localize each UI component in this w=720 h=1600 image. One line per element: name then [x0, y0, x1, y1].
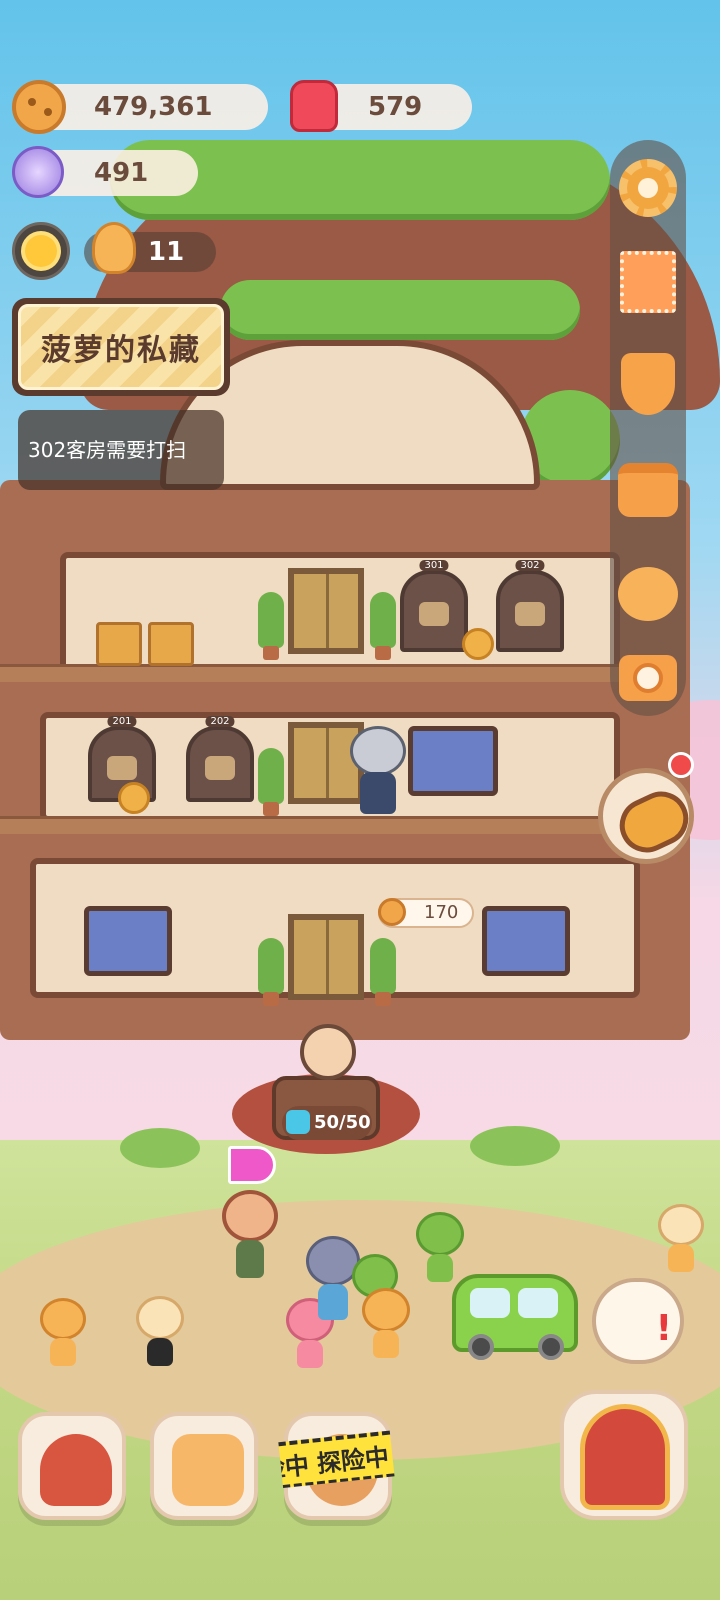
build-button[interactable]	[18, 1412, 126, 1520]
gear-icon	[619, 159, 677, 217]
price-value: 170	[424, 902, 459, 923]
shop-curtain[interactable]	[482, 906, 570, 976]
theater-button[interactable]	[560, 1390, 688, 1520]
energy-value: 50/50	[314, 1112, 371, 1133]
floor-2-balcony	[0, 816, 620, 834]
coin-pickup[interactable]	[118, 782, 150, 814]
room-number: 201	[107, 716, 137, 727]
room-302-door[interactable]: 302	[496, 560, 564, 652]
potted-plant	[258, 748, 284, 816]
cookie-staff-icon	[92, 222, 136, 274]
settings-button[interactable]	[616, 156, 680, 220]
heart-icon	[205, 755, 235, 780]
room-301-door[interactable]: 301	[400, 560, 468, 652]
coin-icon	[378, 898, 406, 926]
event-banner[interactable]: 菠萝的私藏	[12, 298, 230, 396]
side-menu	[610, 140, 686, 716]
potted-plant	[258, 938, 284, 1006]
event-banner-title: 菠萝的私藏	[18, 304, 224, 390]
task-notice[interactable]: 302客房需要打扫	[18, 410, 224, 490]
stamp-button[interactable]	[616, 250, 680, 314]
task-text: 302客房需要打扫	[28, 438, 187, 462]
coin-pickup[interactable]	[462, 628, 494, 660]
heart-icon	[419, 602, 449, 627]
potted-plant	[370, 592, 396, 660]
heart-icon	[107, 755, 137, 780]
pie-event-button[interactable]	[598, 768, 694, 864]
room-number: 301	[419, 560, 449, 571]
room-number: 302	[515, 560, 545, 571]
room-number: 202	[205, 716, 235, 727]
elevator-door[interactable]	[288, 914, 364, 1000]
guest-alert-bubble[interactable]	[592, 1278, 684, 1364]
receptionist[interactable]	[300, 1024, 356, 1084]
potted-plant	[258, 592, 284, 660]
green-car[interactable]	[452, 1274, 578, 1360]
jelly-amount: 579	[368, 92, 423, 122]
husky-guest[interactable]	[350, 726, 406, 816]
storage-crate[interactable]	[96, 622, 142, 666]
cookie-guest[interactable]	[136, 1296, 184, 1366]
medal-icon	[621, 353, 675, 415]
friends-icon	[618, 567, 678, 621]
shop-curtain[interactable]	[84, 906, 172, 976]
megaphone-icon[interactable]	[228, 1146, 276, 1184]
storage-crate[interactable]	[148, 622, 194, 666]
potted-plant	[370, 938, 396, 1006]
elevator-door[interactable]	[288, 568, 364, 654]
floor-3-balcony	[0, 664, 620, 682]
diary-button[interactable]	[150, 1412, 258, 1520]
cookie-guest[interactable]	[416, 1212, 464, 1282]
notification-dot	[668, 752, 694, 778]
crystal-icon	[12, 146, 64, 198]
leaf-canopy	[220, 280, 580, 340]
cookie-guest[interactable]	[40, 1298, 86, 1368]
energy-plus-icon	[286, 1110, 310, 1134]
bush	[470, 1126, 560, 1166]
shop-curtain[interactable]	[408, 726, 498, 796]
cookie-icon	[12, 80, 66, 134]
friends-button[interactable]	[616, 562, 680, 626]
theater-stage-icon	[580, 1404, 670, 1510]
calendar-heart-icon	[172, 1434, 244, 1506]
cookie-amount: 479,361	[94, 92, 213, 122]
achievement-button[interactable]	[616, 352, 680, 416]
stamp-icon	[620, 251, 676, 313]
bush	[120, 1128, 200, 1168]
staff-amount: 11	[148, 237, 185, 267]
camera-icon	[619, 655, 677, 701]
cookie-guest[interactable]	[658, 1204, 704, 1274]
cookie-guest[interactable]	[362, 1288, 410, 1358]
inventory-button[interactable]	[616, 458, 680, 522]
crystal-amount: 491	[94, 158, 149, 188]
jelly-icon	[290, 80, 338, 132]
camera-button[interactable]	[616, 646, 680, 710]
mushroom-house-icon	[40, 1434, 112, 1506]
weather-sun-icon[interactable]	[12, 222, 70, 280]
heart-icon	[515, 602, 545, 627]
cookie-guest[interactable]	[222, 1190, 278, 1280]
bag-icon	[618, 463, 678, 517]
room-202-door[interactable]: 202	[186, 716, 254, 802]
